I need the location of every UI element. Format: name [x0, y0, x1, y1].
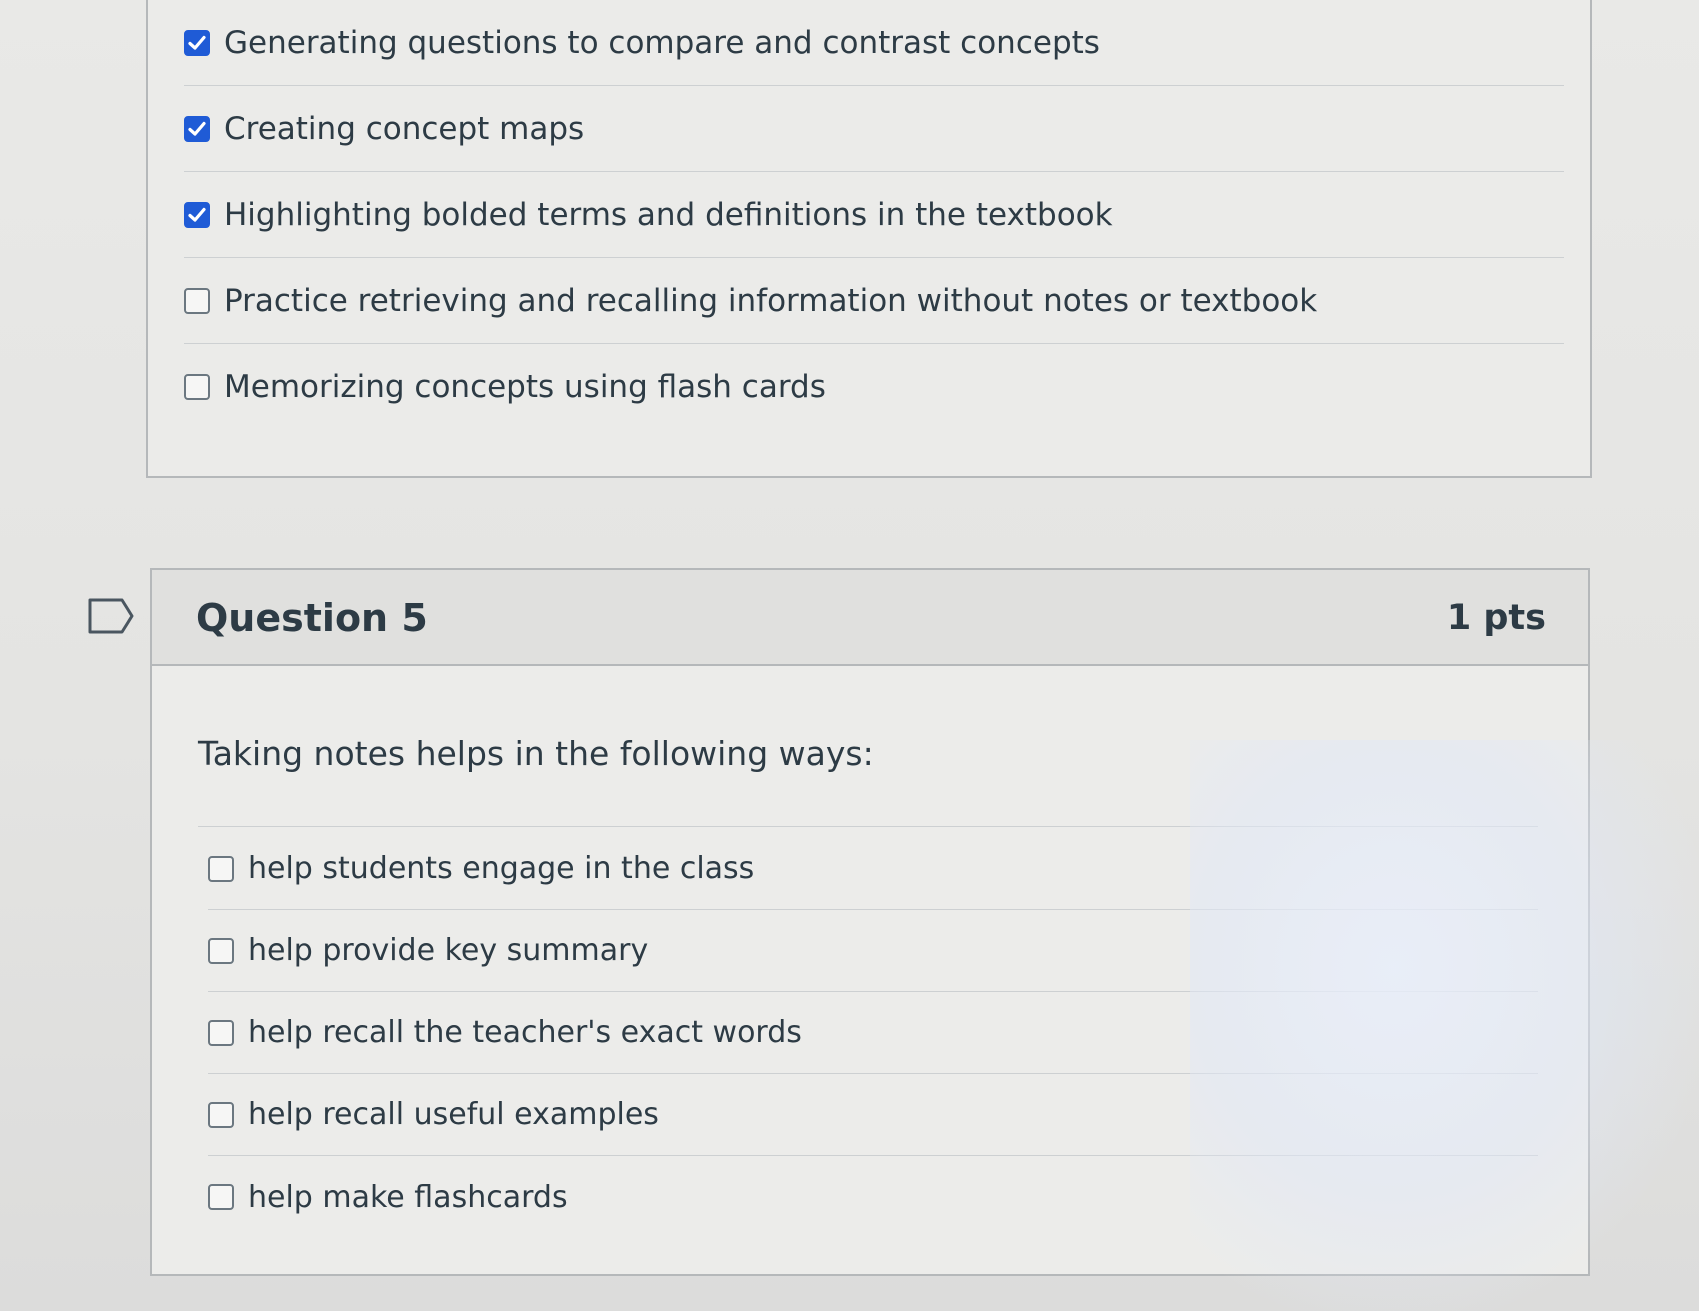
answer-checkbox[interactable] [208, 937, 234, 964]
answer-checkbox[interactable] [208, 1101, 234, 1128]
answer-option[interactable]: help provide key summary [208, 910, 1538, 992]
answer-label: Practice retrieving and recalling inform… [224, 282, 1318, 319]
answer-checkbox[interactable] [208, 855, 234, 882]
answer-label: help provide key summary [248, 933, 649, 968]
divider [198, 826, 1538, 827]
flag-bookmark-icon[interactable] [88, 598, 134, 634]
answer-list: help students engage in the class help p… [208, 828, 1538, 1238]
answer-option[interactable]: Practice retrieving and recalling inform… [184, 258, 1564, 344]
checkmark-icon [188, 35, 206, 50]
answer-option[interactable]: help recall useful examples [208, 1074, 1538, 1156]
question-text: Taking notes helps in the following ways… [198, 734, 874, 773]
answer-checkbox[interactable] [184, 29, 210, 56]
answer-label: Creating concept maps [224, 110, 585, 147]
checkmark-icon [188, 207, 206, 222]
answer-checkbox[interactable] [208, 1184, 234, 1210]
answer-label: Memorizing concepts using flash cards [224, 369, 826, 405]
answer-label: help recall useful examples [248, 1097, 659, 1132]
answer-option[interactable]: help students engage in the class [208, 828, 1538, 910]
question-card: Question 5 1 pts Taking notes helps in t… [150, 568, 1590, 1276]
answer-option[interactable]: Memorizing concepts using flash cards [184, 344, 1564, 430]
answer-option[interactable]: Generating questions to compare and cont… [184, 0, 1564, 86]
answer-option[interactable]: help recall the teacher's exact words [208, 992, 1538, 1074]
answer-label: help make flashcards [248, 1179, 568, 1215]
answer-option[interactable]: Creating concept maps [184, 86, 1564, 172]
question-points: 1 pts [1446, 598, 1546, 638]
answer-checkbox[interactable] [184, 287, 210, 314]
previous-question-card: Generating questions to compare and cont… [146, 0, 1592, 478]
answer-option[interactable]: Highlighting bolded terms and definition… [184, 172, 1564, 258]
answer-checkbox[interactable] [184, 115, 210, 142]
answer-label: help students engage in the class [248, 851, 755, 886]
checkmark-icon [188, 121, 206, 136]
answer-label: help recall the teacher's exact words [248, 1015, 802, 1050]
question-header: Question 5 1 pts [152, 570, 1588, 666]
answer-option[interactable]: help make flashcards [208, 1156, 1538, 1238]
answer-checkbox[interactable] [184, 201, 210, 228]
answer-checkbox[interactable] [184, 374, 210, 400]
answer-checkbox[interactable] [208, 1019, 234, 1046]
answer-label: Highlighting bolded terms and definition… [224, 196, 1113, 233]
question-title: Question 5 [196, 596, 428, 640]
answer-label: Generating questions to compare and cont… [224, 24, 1100, 61]
